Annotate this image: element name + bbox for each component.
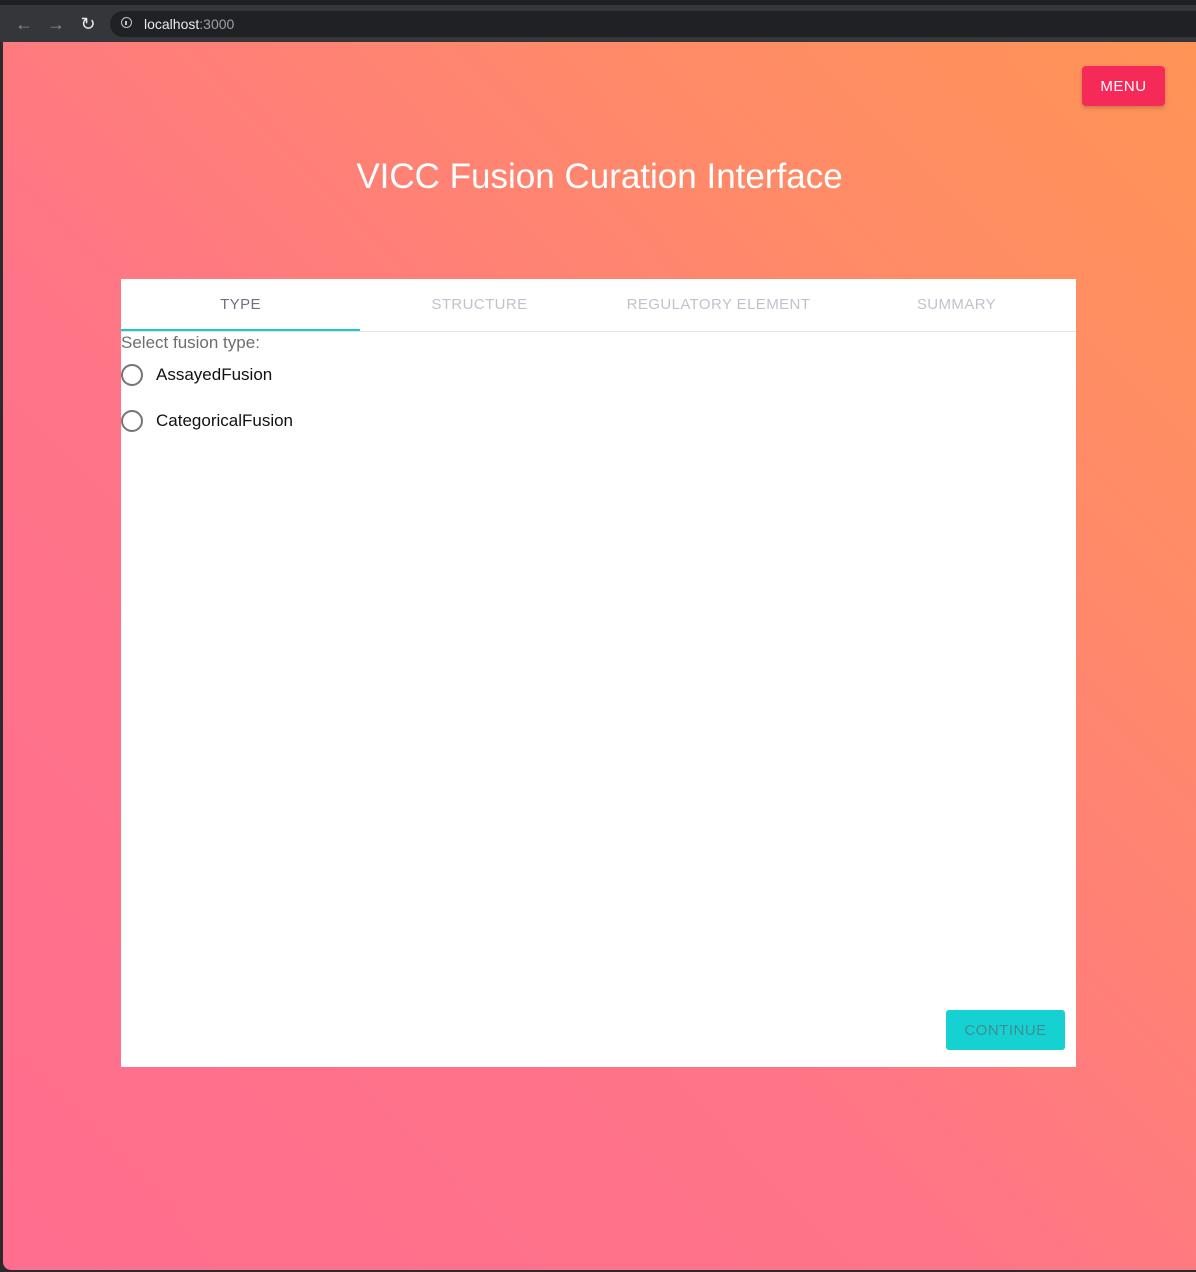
radio-label-assayed-fusion[interactable]: AssayedFusion [156, 364, 272, 386]
forward-arrow-icon[interactable]: → [45, 13, 67, 35]
curation-panel: TYPE STRUCTURE REGULATORY ELEMENT SUMMAR… [121, 279, 1076, 1067]
continue-button[interactable]: CONTINUE [946, 1010, 1065, 1050]
active-tab-indicator [121, 329, 360, 331]
address-bar[interactable]: localhost:3000 [110, 11, 1196, 37]
browser-toolbar: ← → ↻ localhost:3000 [0, 0, 1196, 42]
url-text: localhost:3000 [144, 16, 234, 32]
reload-icon[interactable]: ↻ [77, 13, 99, 35]
url-port: :3000 [199, 16, 235, 32]
tab-type[interactable]: TYPE [121, 279, 360, 331]
back-arrow-icon[interactable]: ← [13, 13, 35, 35]
radio-label-categorical-fusion[interactable]: CategoricalFusion [156, 410, 293, 432]
info-icon[interactable] [121, 17, 132, 28]
step-tabs: TYPE STRUCTURE REGULATORY ELEMENT SUMMAR… [121, 279, 1076, 332]
tab-structure[interactable]: STRUCTURE [360, 279, 599, 331]
tab-regulatory-element[interactable]: REGULATORY ELEMENT [599, 279, 838, 331]
page-title: VICC Fusion Curation Interface [356, 157, 843, 196]
menu-button[interactable]: MENU [1082, 66, 1165, 106]
url-host: localhost [144, 16, 200, 32]
app-viewport: MENU VICC Fusion Curation Interface TYPE… [3, 42, 1196, 1270]
radio-unchecked-icon[interactable] [121, 364, 143, 386]
fusion-type-prompt: Select fusion type: [121, 333, 260, 352]
radio-unchecked-icon[interactable] [121, 410, 143, 432]
tab-summary[interactable]: SUMMARY [837, 279, 1076, 331]
